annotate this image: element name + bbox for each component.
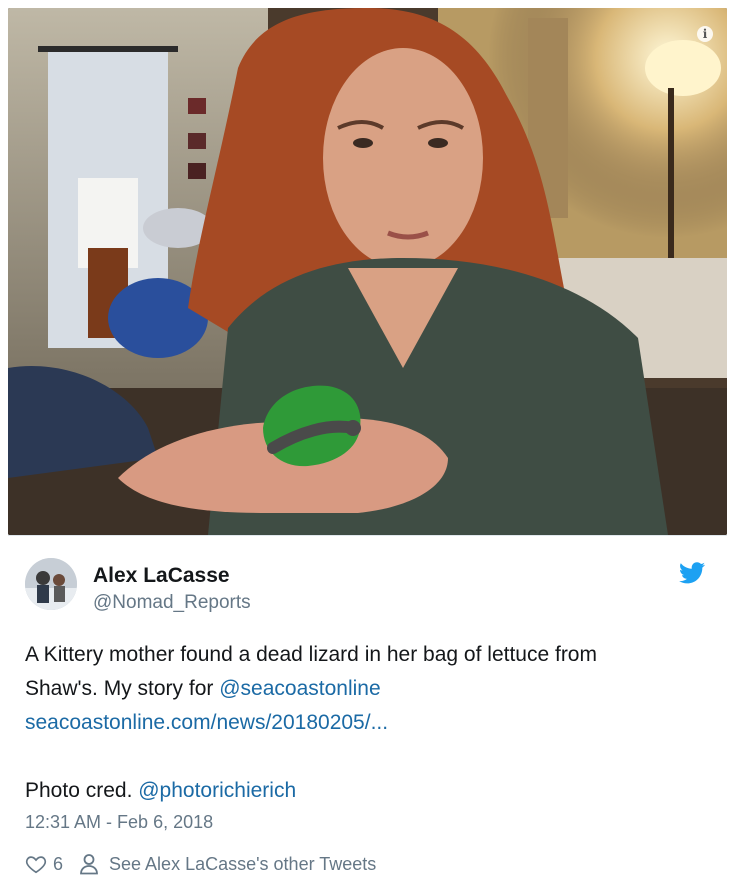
tweet-line-2: Shaw's. My story for @seacoastonline	[25, 672, 715, 706]
tweet-url-line: seacoastonline.com/news/20180205/...	[25, 706, 715, 740]
like-count[interactable]: 6	[53, 854, 63, 875]
info-icon[interactable]: i	[697, 26, 713, 42]
person-icon	[80, 854, 98, 875]
mention-seacoastonline[interactable]: @seacoastonline	[219, 677, 380, 700]
tweet-header: Alex LaCasse @Nomad_Reports	[25, 558, 715, 614]
heart-icon[interactable]	[25, 853, 47, 875]
tweet-actions: 6 See Alex LaCasse's other Tweets	[25, 851, 376, 877]
line-break	[25, 740, 715, 774]
author-name[interactable]: Alex LaCasse	[93, 564, 230, 588]
other-tweets-link[interactable]: See Alex LaCasse's other Tweets	[109, 854, 376, 875]
photo-divider	[8, 535, 727, 536]
photo-credit-text: Photo cred.	[25, 779, 139, 802]
article-link[interactable]: seacoastonline.com/news/20180205/...	[25, 711, 388, 734]
photo-credit-line: Photo cred. @photorichierich	[25, 774, 715, 808]
photo-illustration	[8, 8, 727, 535]
tweet-text: A Kittery mother found a dead lizard in …	[25, 638, 715, 808]
tweet-photo[interactable]: i	[8, 8, 727, 535]
tweet-timestamp[interactable]: 12:31 AM - Feb 6, 2018	[25, 812, 213, 833]
mention-photographer[interactable]: @photorichierich	[138, 779, 296, 802]
twitter-bird-icon[interactable]	[679, 562, 705, 584]
tweet-line-1: A Kittery mother found a dead lizard in …	[25, 643, 597, 666]
tweet-line-2-text: Shaw's. My story for	[25, 677, 220, 700]
author-handle[interactable]: @Nomad_Reports	[93, 592, 251, 614]
avatar[interactable]	[25, 558, 77, 610]
